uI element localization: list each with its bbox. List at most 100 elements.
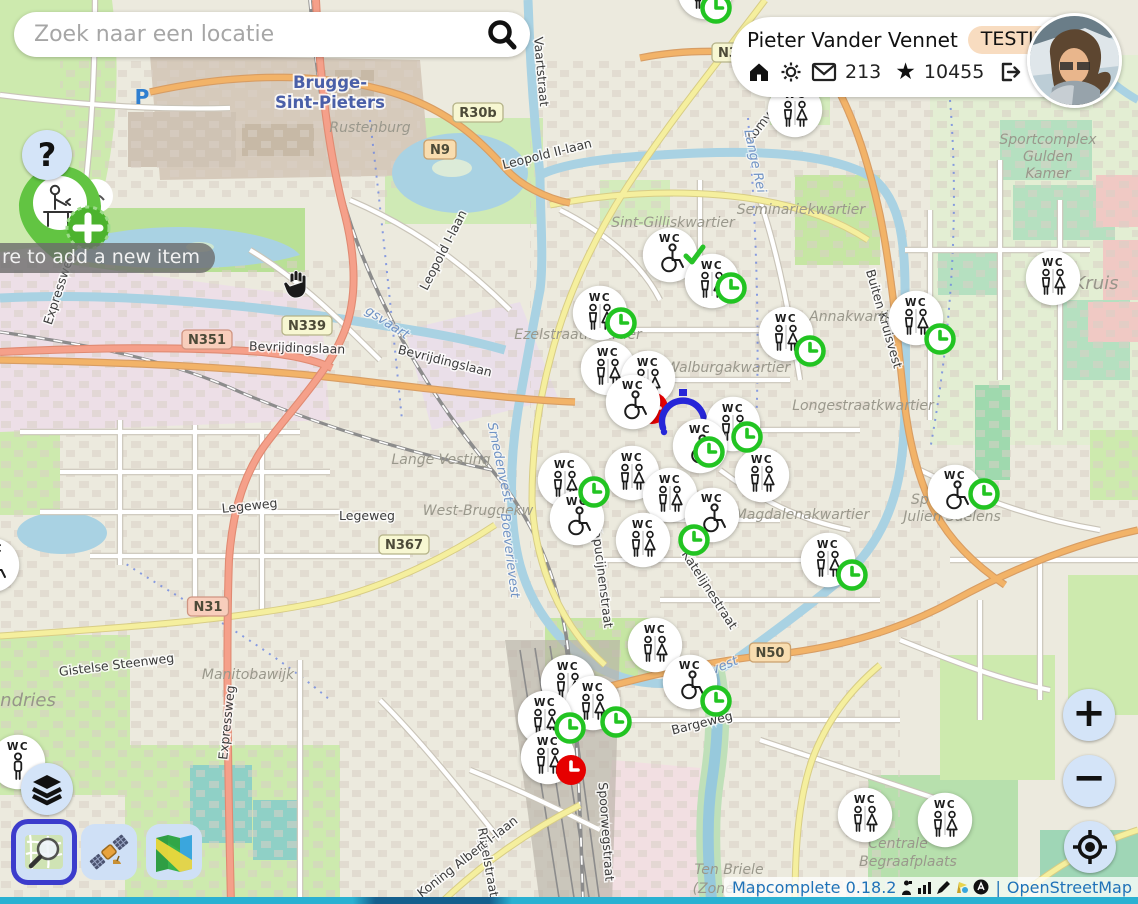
contributor-icon <box>900 880 913 895</box>
user-name: Pieter Vander Vennet <box>747 28 958 52</box>
carto-map-icon <box>22 830 66 874</box>
map-label: Seminariekwartier <box>737 202 867 218</box>
toilet-marker-wc[interactable] <box>0 537 20 593</box>
map-label: Walburgakwartier <box>666 360 791 376</box>
svg-text:West-Bruggekw: West-Bruggekw <box>423 503 534 519</box>
zoom-in-button[interactable]: + <box>1063 689 1115 741</box>
svg-text:Sint-Pieters: Sint-Pieters <box>275 93 385 112</box>
search-bar[interactable] <box>14 12 530 57</box>
toilet-marker-mw[interactable] <box>1025 250 1081 306</box>
svg-text:Ten Briele: Ten Briele <box>694 862 763 878</box>
toilet-marker-mw[interactable] <box>572 285 628 341</box>
background-option-satellite[interactable] <box>81 824 137 880</box>
osm-copyright-icon <box>973 879 989 895</box>
hand-cursor-icon <box>282 268 310 300</box>
toilet-marker-mw[interactable] <box>615 512 671 568</box>
background-option-map[interactable] <box>16 824 72 880</box>
search-input[interactable] <box>32 21 484 48</box>
background-chooser <box>16 824 202 880</box>
zoom-in-label: + <box>1072 690 1106 736</box>
toilet-marker-wc[interactable] <box>684 487 740 543</box>
svg-text:N31: N31 <box>194 600 223 615</box>
svg-text:R30b: R30b <box>459 106 496 121</box>
svg-text:Longestraatkwartier: Longestraatkwartier <box>792 398 935 414</box>
attribution-bar: Mapcomplete 0.18.2 | OpenStreetMap <box>724 877 1138 897</box>
layers-button[interactable] <box>21 763 73 815</box>
zoom-out-button[interactable]: − <box>1063 755 1115 807</box>
map-label: Lange Vesting <box>391 452 490 468</box>
toilet-marker-mw[interactable] <box>684 253 740 309</box>
help-label: ? <box>38 136 57 174</box>
messages-count: 213 <box>845 61 881 83</box>
geolocate-button[interactable] <box>1064 821 1116 873</box>
svg-text:Legeweg: Legeweg <box>339 508 395 523</box>
toilet-marker-mw[interactable] <box>888 290 944 346</box>
map-label: Ten Briele <box>694 862 763 878</box>
map-label: Legeweg <box>339 508 395 523</box>
svg-text:Gulden: Gulden <box>1023 149 1073 165</box>
layers-icon <box>29 771 65 807</box>
toilet-marker-mw[interactable] <box>800 532 856 588</box>
logout-icon[interactable] <box>998 60 1022 84</box>
search-icon[interactable] <box>484 17 520 53</box>
map-label: Sint-Pieters <box>275 93 385 112</box>
map-label: Sportcomplex <box>999 132 1097 148</box>
toilet-marker-mw[interactable] <box>520 729 576 785</box>
changesets-count: 10455 <box>924 61 984 83</box>
toilet-marker-mw[interactable] <box>734 447 790 503</box>
crosshair-icon <box>1071 828 1109 866</box>
road-ref-badge: R30b <box>453 103 503 122</box>
mail-icon[interactable] <box>811 61 837 83</box>
svg-text:Walburgakwartier: Walburgakwartier <box>666 360 791 376</box>
road-ref-badge: N9 <box>424 140 456 159</box>
toilet-marker-wc[interactable] <box>662 654 718 710</box>
toilet-marker-wc[interactable] <box>672 418 728 474</box>
toilet-marker-mw[interactable] <box>565 675 621 731</box>
map-label: Brugge- <box>293 73 367 92</box>
road-ref-badge: N339 <box>282 316 332 335</box>
map-label: Longestraatkwartier <box>792 398 935 414</box>
road-ref-badge: N31 <box>188 597 229 616</box>
statistics-icon <box>917 880 932 894</box>
star-icon: ★ <box>895 61 916 84</box>
add-item-tooltip: re to add a new item <box>0 243 215 273</box>
bottom-panel-edge[interactable] <box>0 897 1138 904</box>
svg-text:Rustenburg: Rustenburg <box>329 120 410 136</box>
road-ref-badge: N351 <box>182 330 232 349</box>
toilet-marker-mw[interactable] <box>917 792 973 848</box>
svg-text:N50: N50 <box>756 646 785 661</box>
road-ref-badge: N367 <box>379 535 429 554</box>
svg-text:ndries: ndries <box>0 690 56 711</box>
toilet-marker-mw[interactable] <box>758 306 814 362</box>
background-option-osm[interactable] <box>146 824 202 880</box>
svg-text:P: P <box>135 85 150 109</box>
toilet-marker-wc[interactable] <box>927 464 983 520</box>
svg-text:Lange Vesting: Lange Vesting <box>391 452 490 468</box>
folded-map-icon <box>152 830 196 874</box>
svg-text:Kamer: Kamer <box>1025 166 1072 182</box>
attribution-app-version[interactable]: Mapcomplete 0.18.2 <box>732 878 896 897</box>
map-label: Begraafplaats <box>859 854 957 870</box>
map-label: Magdalenakwartier <box>735 507 871 523</box>
svg-text:Brugge-: Brugge- <box>293 73 367 92</box>
map-label: West-Bruggekw <box>423 503 534 519</box>
svg-text:Magdalenakwartier: Magdalenakwartier <box>735 507 871 523</box>
toilet-marker-mw[interactable] <box>837 787 893 843</box>
zoom-out-label: − <box>1072 755 1106 801</box>
gear-icon[interactable] <box>779 60 803 84</box>
toilet-marker-wc[interactable] <box>549 490 605 546</box>
map-label: Rustenburg <box>329 120 410 136</box>
pencil-icon <box>936 880 951 895</box>
map-label: ndries <box>0 690 56 711</box>
toilet-marker-mw[interactable] <box>677 0 733 20</box>
home-icon[interactable] <box>747 60 771 84</box>
road-ref-badge: N50 <box>750 643 791 662</box>
map-label: P <box>135 85 150 109</box>
attribution-separator: | <box>995 878 1000 897</box>
help-button[interactable]: ? <box>22 130 72 180</box>
attribution-osm-link[interactable]: OpenStreetMap <box>1007 878 1132 897</box>
svg-text:Begraafplaats: Begraafplaats <box>859 854 957 870</box>
satellite-icon <box>87 830 131 874</box>
toilet-marker-wc[interactable] <box>605 374 661 430</box>
avatar[interactable] <box>1027 13 1122 108</box>
